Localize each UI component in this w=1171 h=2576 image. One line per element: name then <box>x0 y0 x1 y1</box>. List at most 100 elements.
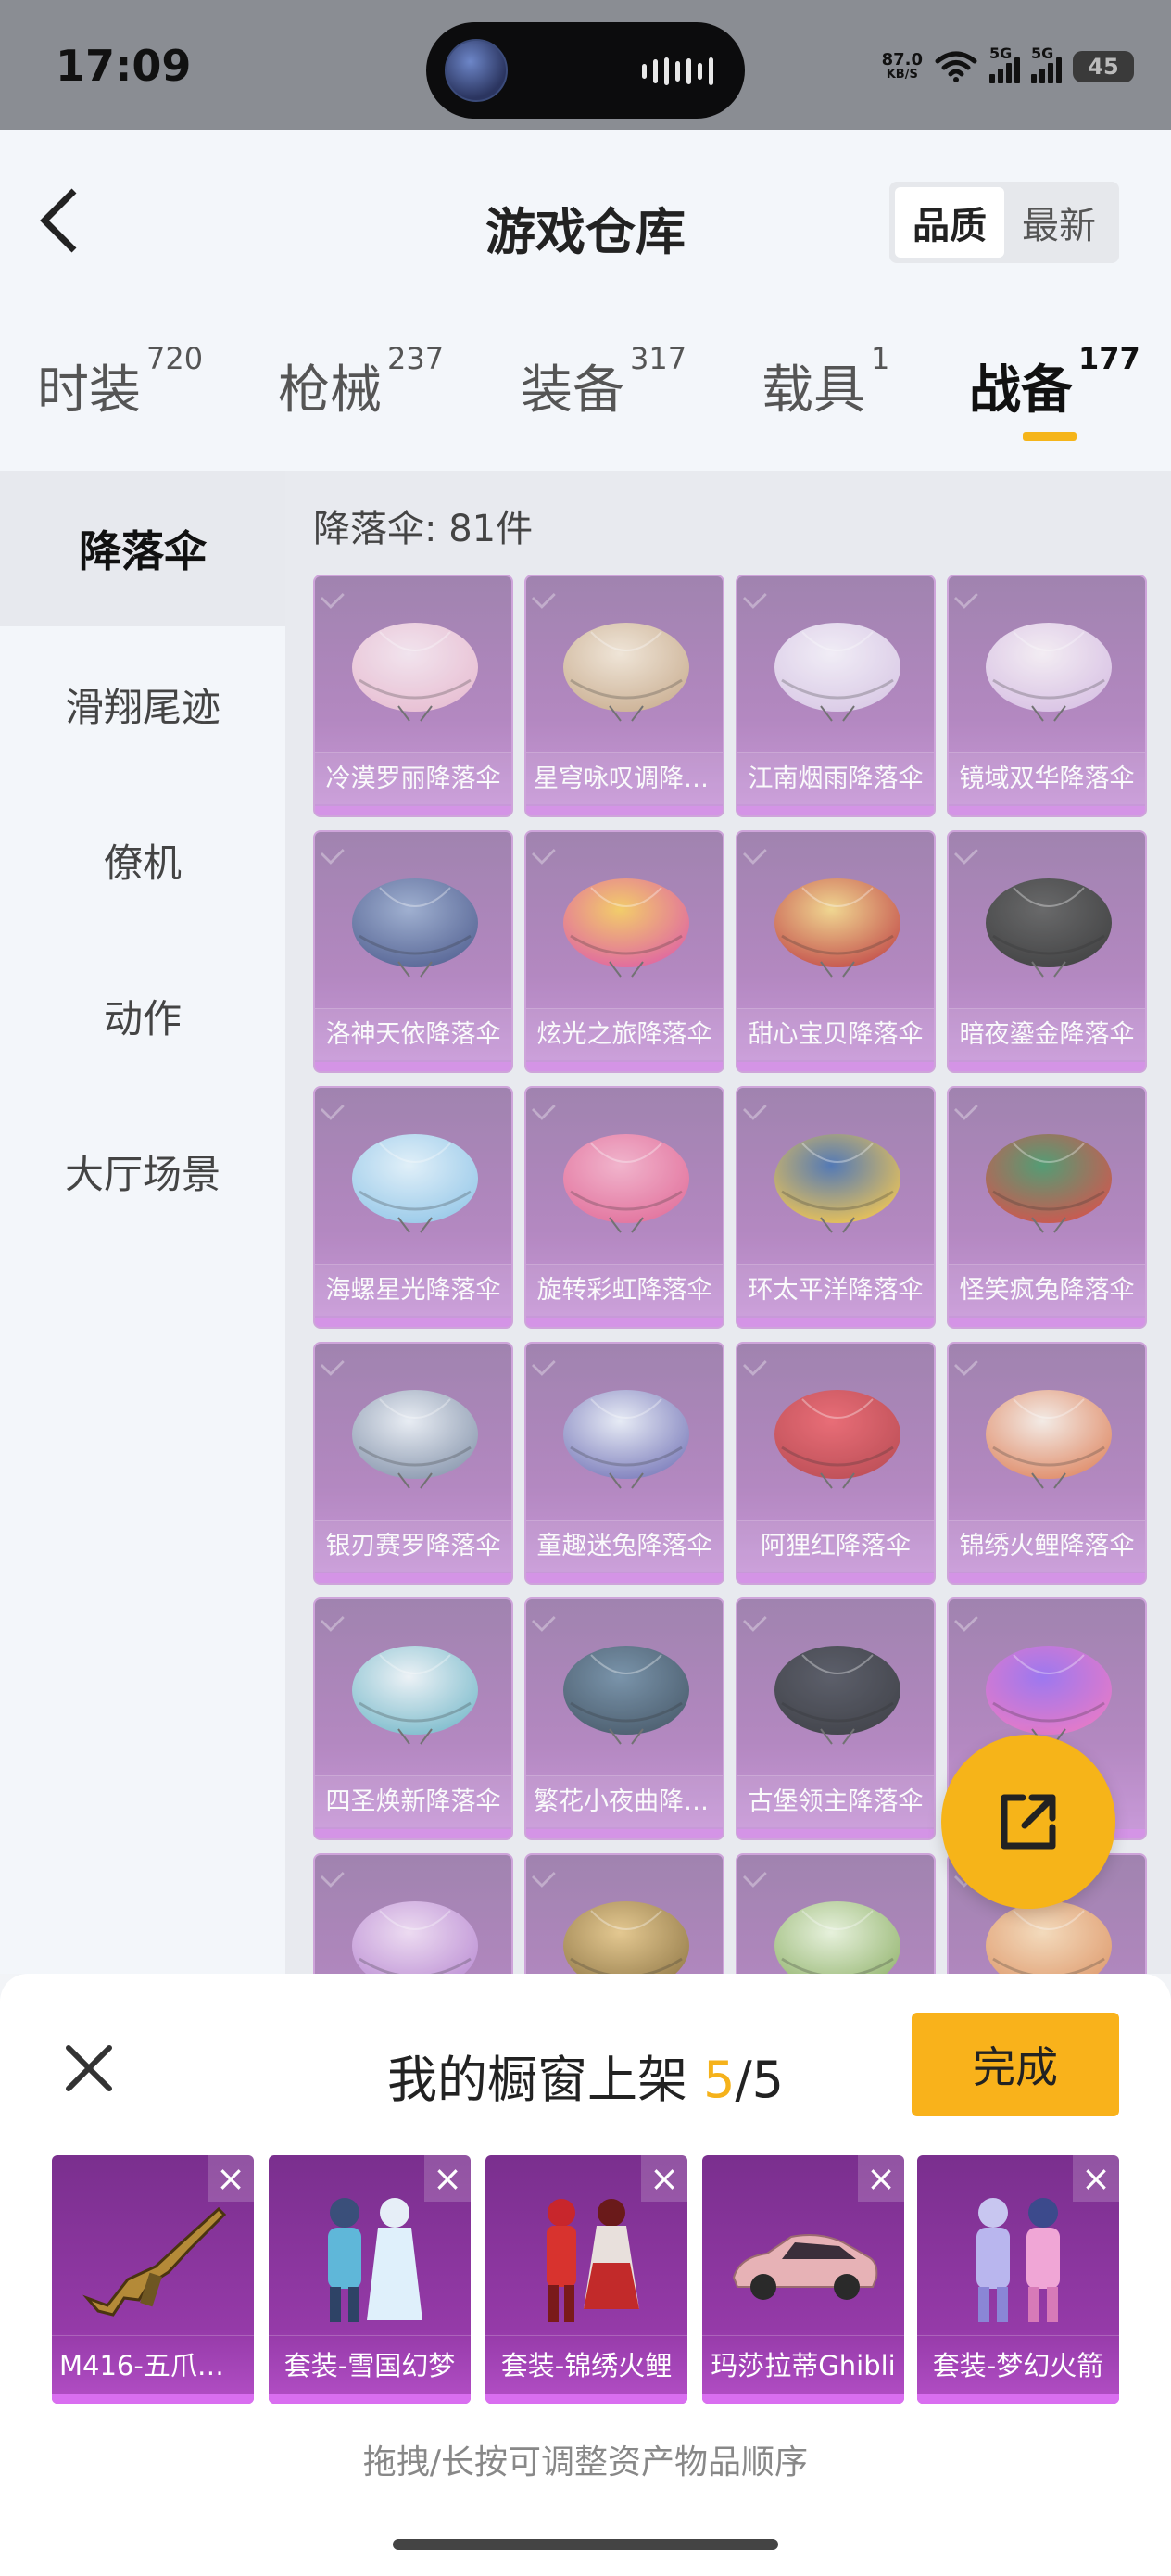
parachute-icon <box>774 623 900 722</box>
parachute-card[interactable]: 冷漠罗丽降落伞 <box>313 575 513 817</box>
outfit-icon <box>328 2198 422 2322</box>
parachute-card[interactable]: 旋转彩虹降落伞 <box>524 1086 724 1329</box>
shelf-item[interactable]: × 玛莎拉蒂Ghibli <box>702 2155 904 2404</box>
parachute-card[interactable] <box>313 1853 513 1974</box>
battery-icon: 45 <box>1073 51 1134 82</box>
tab-fashion[interactable]: 时装720 <box>37 341 203 441</box>
audio-wave-icon <box>642 57 713 85</box>
parachute-icon <box>563 1390 689 1489</box>
tab-vehicles[interactable]: 载具1 <box>762 341 889 441</box>
remove-icon[interactable]: × <box>858 2155 904 2202</box>
tab-label: 战备 <box>969 360 1073 421</box>
parachute-card[interactable]: 童趣迷兔降落伞 <box>524 1342 724 1585</box>
parachute-icon <box>986 623 1112 722</box>
sort-latest-option[interactable]: 最新 <box>1004 187 1114 258</box>
active-tab-indicator <box>1023 432 1077 441</box>
rarity-bar <box>949 1573 1145 1583</box>
parachute-card-label: 炫光之旅降落伞 <box>526 1008 723 1060</box>
parachute-card[interactable]: 海螺星光降落伞 <box>313 1086 513 1329</box>
parachute-icon <box>563 1134 689 1233</box>
checkmark-icon <box>743 840 767 865</box>
parachute-card[interactable]: 锦绣火鲤降落伞 <box>947 1342 1147 1585</box>
sidebar-item-emote[interactable]: 动作 <box>0 938 285 1093</box>
car-icon <box>732 2234 878 2300</box>
parachute-card-label: 旋转彩虹降落伞 <box>526 1264 723 1316</box>
rarity-bar <box>526 1318 723 1327</box>
shelf-item[interactable]: × 套装-雪国幻梦 <box>269 2155 471 2404</box>
parachute-card[interactable]: 古堡领主降落伞 <box>736 1597 936 1840</box>
parachute-card[interactable]: 银刃赛罗降落伞 <box>313 1342 513 1585</box>
parachute-card-label: 阿狸红降落伞 <box>737 1520 934 1572</box>
remove-icon[interactable]: × <box>1073 2155 1119 2202</box>
sort-quality-option[interactable]: 品质 <box>895 187 1004 258</box>
parachute-icon <box>563 878 689 978</box>
checkmark-icon <box>321 1608 345 1632</box>
showcase-title-text: 我的橱窗上架 <box>386 2051 704 2109</box>
parachute-card[interactable]: 星穹咏叹调降落伞 <box>524 575 724 817</box>
rarity-bar <box>737 1573 934 1583</box>
parachute-card[interactable]: 阿狸红降落伞 <box>736 1342 936 1585</box>
remove-icon[interactable]: × <box>424 2155 471 2202</box>
parachute-icon <box>563 1901 689 1974</box>
remove-icon[interactable]: × <box>208 2155 254 2202</box>
parachute-card[interactable]: 甜心宝贝降落伞 <box>736 830 936 1073</box>
parachute-card[interactable]: 炫光之旅降落伞 <box>524 830 724 1073</box>
sidebar-item-glide-trail[interactable]: 滑翔尾迹 <box>0 626 285 782</box>
tab-label: 装备 <box>521 360 624 421</box>
status-bar: 17:09 87.0 KB/S 5G 5G 45 <box>0 0 1171 130</box>
checkmark-icon <box>532 840 556 865</box>
shelf-rarity-bar <box>485 2394 687 2404</box>
tab-equipment[interactable]: 装备317 <box>521 341 686 441</box>
rarity-bar <box>526 1829 723 1838</box>
item-count: 降落伞: 81件 <box>313 508 534 550</box>
parachute-card[interactable]: 环太平洋降落伞 <box>736 1086 936 1329</box>
checkmark-icon <box>321 1096 345 1120</box>
checkmark-icon <box>532 585 556 609</box>
parachute-card[interactable]: 江南烟雨降落伞 <box>736 575 936 817</box>
parachute-card[interactable]: 镜域双华降落伞 <box>947 575 1147 817</box>
parachute-card[interactable] <box>736 1853 936 1974</box>
battery-level: 45 <box>1088 54 1119 80</box>
parachute-card[interactable]: 怪笑疯兔降落伞 <box>947 1086 1147 1329</box>
sidebar-item-wingman[interactable]: 僚机 <box>0 782 285 938</box>
reorder-hint: 拖拽/长按可调整资产物品顺序 <box>362 2443 809 2481</box>
parachute-card[interactable]: 四圣焕新降落伞 <box>313 1597 513 1840</box>
parachute-card[interactable]: 暗夜鎏金降落伞 <box>947 830 1147 1073</box>
parachute-card-label: 星穹咏叹调降落伞 <box>526 752 723 804</box>
checkmark-icon <box>743 1352 767 1376</box>
sidebar-item-lobby-scene[interactable]: 大厅场景 <box>0 1093 285 1249</box>
signal-label-1: 5G <box>989 44 1013 62</box>
tab-weapons[interactable]: 枪械237 <box>278 341 444 441</box>
sidebar-item-parachute[interactable]: 降落伞 <box>0 471 285 626</box>
tab-battle-gear[interactable]: 战备177 <box>969 341 1140 441</box>
checkmark-icon <box>532 1352 556 1376</box>
dynamic-island[interactable] <box>426 22 745 119</box>
shelf-item-label: 套装-锦绣火鲤 <box>485 2335 687 2394</box>
parachute-card[interactable]: 繁花小夜曲降落伞 <box>524 1597 724 1840</box>
home-indicator[interactable] <box>393 2539 778 2550</box>
checkmark-icon <box>321 585 345 609</box>
parachute-card-label: 洛神天依降落伞 <box>315 1008 511 1060</box>
parachute-icon <box>352 878 478 978</box>
header: 游戏仓库 品质 最新 时装720 枪械237 装备317 载具1 战备177 <box>0 130 1171 471</box>
shelf-item[interactable]: × 套装-锦绣火鲤 <box>485 2155 687 2404</box>
shelf-item[interactable]: × M416-五爪金龙 <box>52 2155 254 2404</box>
showcase-count-current: 5 <box>703 2051 736 2109</box>
parachute-icon <box>986 1134 1112 1233</box>
parachute-card[interactable]: 洛神天依降落伞 <box>313 830 513 1073</box>
signal-icon-1: 5G <box>989 44 1020 83</box>
rarity-bar <box>737 1829 934 1838</box>
shelf-item[interactable]: × 套装-梦幻火箭 <box>917 2155 1119 2404</box>
parachute-icon <box>352 1646 478 1745</box>
outfit-icon <box>976 2198 1060 2322</box>
tab-count: 1 <box>871 341 890 376</box>
rarity-bar <box>315 1829 511 1838</box>
parachute-icon <box>986 878 1112 978</box>
remove-icon[interactable]: × <box>641 2155 687 2202</box>
share-button[interactable] <box>941 1735 1115 1909</box>
parachute-card[interactable] <box>524 1853 724 1974</box>
parachute-card-label: 海螺星光降落伞 <box>315 1264 511 1316</box>
parachute-card-label: 锦绣火鲤降落伞 <box>949 1520 1145 1572</box>
tab-label: 载具 <box>762 360 865 421</box>
done-button[interactable]: 完成 <box>912 2013 1119 2116</box>
